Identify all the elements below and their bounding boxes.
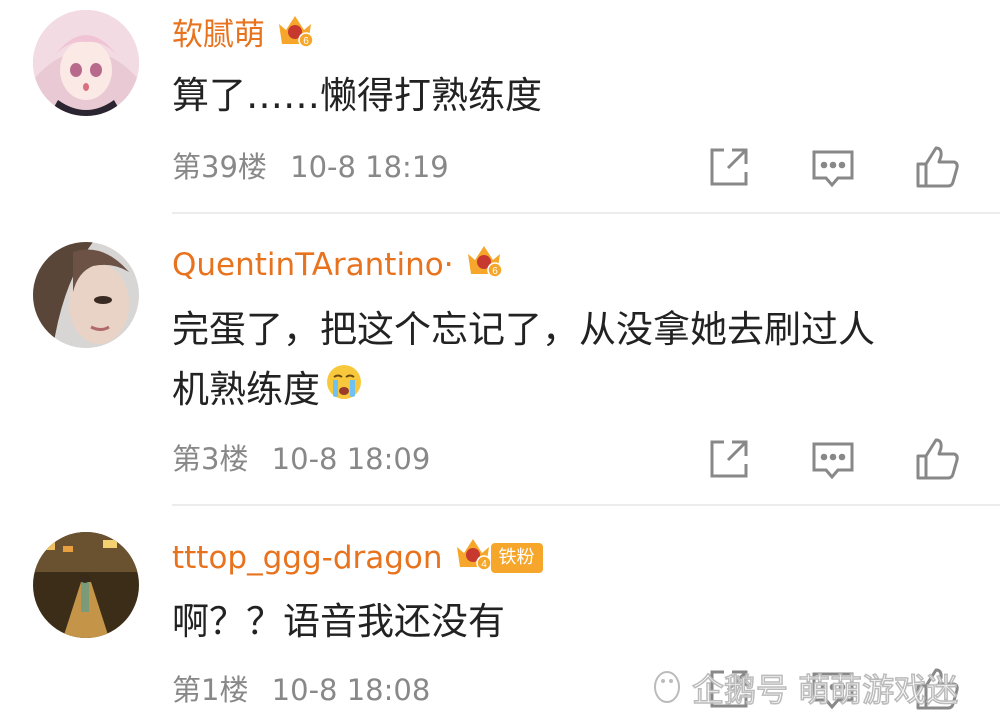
penguin-icon	[650, 667, 684, 714]
fan-badge: 铁粉	[490, 543, 543, 573]
avatar[interactable]	[33, 10, 139, 116]
timestamp: 10-8 18:08	[271, 673, 431, 707]
comment-actions	[700, 434, 970, 484]
comment-text-line: 机熟练度	[172, 360, 875, 420]
comment-meta: 第39楼 10-8 18:19	[172, 147, 449, 187]
avatar-anime-girl-image	[33, 10, 139, 116]
watermark: 企鹅号 萌萌游戏迷	[650, 670, 959, 710]
watermark-text: 企鹅号 萌萌游戏迷	[691, 670, 959, 710]
crown-badge-icon: 4	[453, 533, 493, 583]
comment-icon[interactable]	[808, 434, 858, 484]
comment-text-line: 完蛋了，把这个忘记了，从没拿她去刷过人	[172, 308, 875, 351]
floor-number: 第39楼	[172, 150, 267, 184]
avatar[interactable]	[33, 242, 139, 348]
username[interactable]: QuentinTArantino· 6	[172, 245, 504, 285]
username[interactable]: tttop_ggg-dragon 4 铁粉	[172, 538, 543, 578]
avatar-street-photo-image	[33, 532, 139, 638]
comment-icon[interactable]	[808, 142, 858, 192]
crown-badge-icon: 6	[464, 240, 504, 290]
comment-actions	[700, 142, 970, 192]
comment-text-line: 啊？？语音我还没有	[172, 600, 505, 643]
timestamp: 10-8 18:09	[271, 442, 431, 476]
username[interactable]: 软腻萌 6	[172, 15, 315, 55]
crown-badge-icon: 6	[275, 10, 315, 60]
timestamp: 10-8 18:19	[290, 150, 449, 184]
floor-number: 第3楼	[172, 442, 249, 476]
comment-meta: 第3楼 10-8 18:09	[172, 439, 430, 479]
like-icon[interactable]	[912, 434, 962, 484]
like-icon[interactable]	[912, 142, 962, 192]
share-icon[interactable]	[704, 142, 754, 192]
username-text: tttop_ggg-dragon	[172, 540, 443, 576]
floor-number: 第1楼	[172, 673, 249, 707]
username-text: 软腻萌	[172, 17, 265, 53]
comment-item: QuentinTArantino· 6 完蛋了，把这个忘记了，从没拿她去刷过人 …	[0, 214, 1000, 506]
crying-emoji-icon	[324, 360, 364, 420]
comment-text: 啊？？语音我还没有	[172, 592, 505, 652]
comment-text-line: 算了……懒得打熟练度	[172, 74, 542, 117]
avatar-woman-portrait-image	[33, 242, 139, 348]
crown-level-text: 6	[492, 266, 498, 277]
comment-text: 完蛋了，把这个忘记了，从没拿她去刷过人 机熟练度	[172, 300, 875, 420]
crown-level-text: 4	[481, 559, 487, 570]
comment-meta: 第1楼 10-8 18:08	[172, 670, 430, 710]
share-icon[interactable]	[704, 434, 754, 484]
comment-text: 算了……懒得打熟练度	[172, 66, 542, 126]
crown-level-text: 6	[303, 36, 309, 47]
avatar[interactable]	[33, 532, 139, 638]
comment-item: 软腻萌 6 算了……懒得打熟练度 第39楼 10-8 18:19	[0, 0, 1000, 214]
comment-text-line-2: 机熟练度	[172, 368, 320, 411]
username-text: QuentinTArantino·	[172, 247, 454, 283]
